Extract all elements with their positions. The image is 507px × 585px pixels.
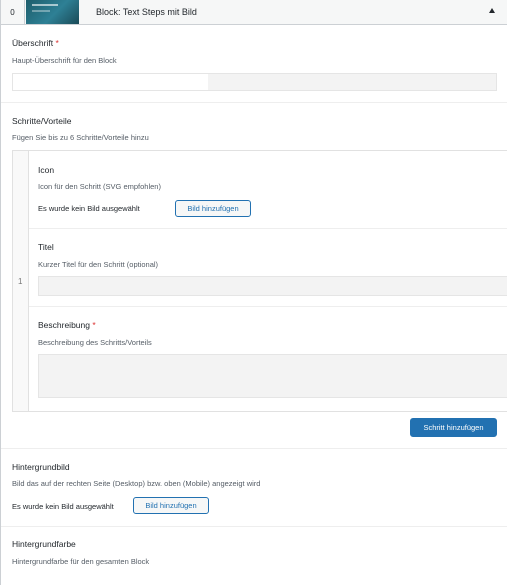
subfield-titel: Titel Kurzer Titel für den Schritt (opti… [29,229,507,307]
row-index: 1 [18,277,23,286]
divider [1,448,507,449]
icon-description: Icon für den Schritt (SVG empfohlen) [38,182,161,191]
schritte-description: Fügen Sie bis zu 6 Schritte/Vorteile hin… [12,133,149,142]
beschreibung-label: Beschreibung * [38,320,96,330]
field-label: Überschrift * [12,38,59,48]
required-mark: * [92,320,96,330]
hintergrundfarbe-label: Hintergrundfarbe [12,539,76,549]
hintergrundbild-description: Bild das auf der rechten Seite (Desktop)… [12,479,261,488]
icon-label: Icon [38,165,55,175]
field-description: Haupt-Überschrift für den Block [12,56,117,65]
collapse-toggle-icon[interactable] [489,8,495,13]
hintergrundbild-label: Hintergrundbild [12,462,70,472]
block-preview-thumbnail [26,0,79,24]
titel-description: Kurzer Titel für den Schritt (optional) [38,260,159,269]
schritte-repeater: 1 Icon Icon für den Schritt (SVG empfohl… [12,150,507,412]
block-editor-panel: 0 Block: Text Steps mit Bild Überschrift… [0,0,507,585]
block-title: Block: Text Steps mit Bild [96,7,197,17]
hintergrundbild-add-image-button[interactable]: Bild hinzufügen [133,497,209,514]
divider [1,526,507,527]
field-ueberschrift: Überschrift * Haupt-Überschrift für den … [1,25,507,103]
schritte-label: Schritte/Vorteile [12,116,72,126]
ueberschrift-input[interactable] [12,73,497,91]
icon-no-image-text: Es wurde kein Bild ausgewählt [38,204,140,213]
beschreibung-description: Beschreibung des Schritts/Vorteils [38,338,152,347]
block-order-number: 0 [1,0,25,24]
icon-add-image-button[interactable]: Bild hinzufügen [175,200,251,217]
add-step-button[interactable]: Schritt hinzufügen [410,418,497,437]
row-drag-handle[interactable]: 1 [13,151,29,411]
titel-label: Titel [38,242,54,252]
required-mark: * [55,38,59,48]
titel-input[interactable] [38,276,507,296]
hintergrundfarbe-description: Hintergrundfarbe für den gesamten Block [12,557,150,566]
subfield-beschreibung: Beschreibung * Beschreibung des Schritts… [29,307,507,411]
beschreibung-textarea[interactable] [38,354,507,398]
subfield-icon: Icon Icon für den Schritt (SVG empfohlen… [29,151,507,229]
block-header[interactable]: 0 Block: Text Steps mit Bild [1,0,507,25]
hintergrundbild-no-image-text: Es wurde kein Bild ausgewählt [12,502,114,511]
